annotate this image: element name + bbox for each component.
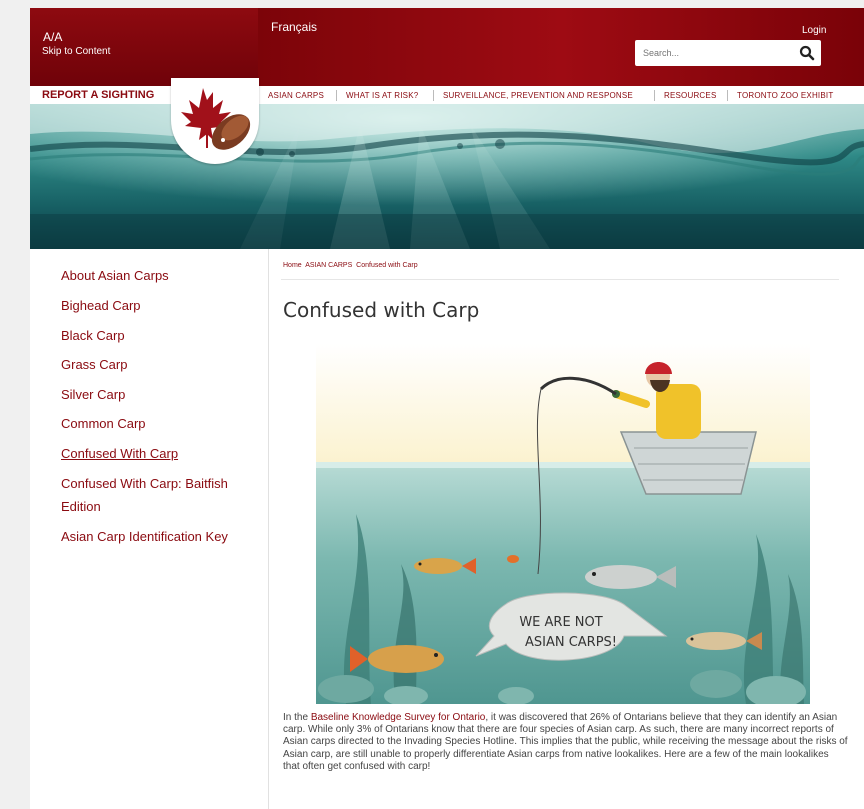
nav-item-what-is-at-risk[interactable]: WHAT IS AT RISK? (346, 91, 418, 100)
skip-to-content-link[interactable]: Skip to Content (42, 46, 110, 57)
sidebar-item-silver-carp[interactable]: Silver Carp (61, 385, 125, 405)
breadcrumb: Home ASIAN CARPS Confused with Carp (283, 262, 418, 269)
sidebar-item-identification-key[interactable]: Asian Carp Identification Key (61, 527, 228, 547)
sidebar-item-grass-carp[interactable]: Grass Carp (61, 355, 127, 375)
sidebar-item-common-carp[interactable]: Common Carp (61, 414, 146, 434)
underwater-banner-image (30, 104, 864, 249)
nav-item-surveillance[interactable]: SURVEILLANCE, PREVENTION AND RESPONSE (443, 91, 633, 100)
search-input[interactable] (635, 40, 795, 66)
sidebar-item-confused-baitfish[interactable]: Confused With Carp: Baitfish (61, 474, 228, 494)
speech-line-2: ASIAN CARPS! (525, 635, 617, 650)
text-size-toggle[interactable]: A/A (43, 30, 62, 44)
survey-link[interactable]: Baseline Knowledge Survey for Ontario (311, 712, 486, 723)
nav-separator (727, 90, 728, 101)
fisherman-illustration: WE ARE NOT ASIAN CARPS! (316, 344, 810, 704)
sidebar-item-black-carp[interactable]: Black Carp (61, 326, 125, 346)
page-title: Confused with Carp (283, 298, 480, 322)
nav-item-asian-carps[interactable]: ASIAN CARPS (268, 91, 324, 100)
nav-separator (336, 90, 337, 101)
breadcrumb-section[interactable]: ASIAN CARPS (305, 262, 352, 269)
divider (281, 279, 839, 280)
nav-separator (433, 90, 434, 101)
speech-line-1: WE ARE NOT (519, 615, 602, 630)
login-link[interactable]: Login (802, 25, 826, 36)
language-link[interactable]: Français (271, 20, 317, 34)
intro-text-before: In the (283, 712, 311, 723)
breadcrumb-home[interactable]: Home (283, 262, 302, 269)
sidebar-item-about-asian-carps[interactable]: About Asian Carps (61, 266, 169, 286)
search-icon[interactable] (798, 44, 816, 62)
nav-item-toronto-zoo[interactable]: TORONTO ZOO EXHIBIT (737, 91, 833, 100)
page: { "header": { "text_size_toggle": "A/A",… (0, 0, 864, 809)
nav-separator (654, 90, 655, 101)
report-sighting-link[interactable]: REPORT A SIGHTING (42, 89, 154, 101)
intro-paragraph: In the Baseline Knowledge Survey for Ont… (283, 712, 848, 773)
search-box (635, 40, 821, 66)
sidebar-item-confused-with-carp[interactable]: Confused With Carp (61, 444, 178, 464)
nav-item-resources[interactable]: RESOURCES (664, 91, 716, 100)
site-logo[interactable] (171, 78, 259, 164)
breadcrumb-current: Confused with Carp (356, 262, 418, 269)
sidebar-item-confused-baitfish-edition[interactable]: Edition (61, 497, 101, 517)
sidebar-item-bighead-carp[interactable]: Bighead Carp (61, 296, 141, 316)
